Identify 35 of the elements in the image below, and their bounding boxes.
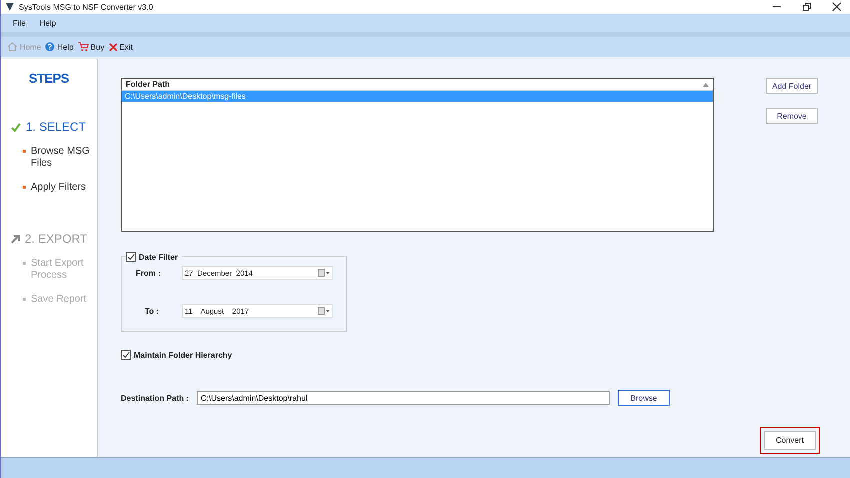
calendar-dropdown-icon bbox=[318, 307, 330, 315]
app-logo-icon bbox=[5, 2, 15, 12]
menu-item[interactable]: File bbox=[13, 18, 26, 28]
help-icon bbox=[45, 42, 56, 52]
folder-button[interactable]: Remove bbox=[766, 108, 818, 124]
checkbox-label: Maintain Folder Hierarchy bbox=[134, 350, 232, 360]
window-title: SysTools MSG to NSF Converter v3.0 bbox=[19, 2, 154, 12]
substep-label: Start Export Process bbox=[31, 258, 85, 282]
toolbar-button[interactable]: Exit bbox=[108, 42, 133, 52]
checkbox[interactable] bbox=[121, 350, 131, 360]
step-label: 2. EXPORT bbox=[25, 232, 88, 246]
checkbox[interactable] bbox=[126, 252, 136, 262]
browse-button[interactable]: Browse bbox=[618, 390, 670, 406]
field-label: To : bbox=[144, 306, 160, 316]
restore-icon[interactable] bbox=[802, 2, 812, 12]
toolbar-button[interactable]: Buy bbox=[78, 42, 105, 52]
toolbar-button[interactable]: Help bbox=[45, 42, 74, 52]
calendar-dropdown-icon bbox=[318, 269, 330, 277]
step-label: 1. SELECT bbox=[26, 120, 86, 134]
substep-label: Save Report bbox=[31, 294, 87, 306]
sort-arrow-icon bbox=[703, 82, 709, 86]
field-label: From : bbox=[136, 268, 162, 278]
close-icon[interactable] bbox=[832, 2, 842, 12]
folder-button[interactable]: Add Folder bbox=[766, 78, 818, 94]
destination-field[interactable]: C:\Users\admin\Desktop\rahul bbox=[197, 391, 610, 405]
field-label: Destination Path : bbox=[121, 394, 190, 402]
substep-label: Browse MSG Files bbox=[31, 146, 91, 170]
convert-button[interactable]: Convert bbox=[764, 431, 816, 450]
substep-label: Apply Filters bbox=[31, 182, 86, 194]
checkbox-label: Date Filter bbox=[139, 252, 178, 262]
close-icon bbox=[108, 42, 118, 52]
steps-heading: STEPS bbox=[28, 71, 70, 86]
cart-icon bbox=[78, 42, 89, 52]
menu-item[interactable]: Help bbox=[40, 18, 56, 28]
house-icon bbox=[7, 42, 18, 52]
